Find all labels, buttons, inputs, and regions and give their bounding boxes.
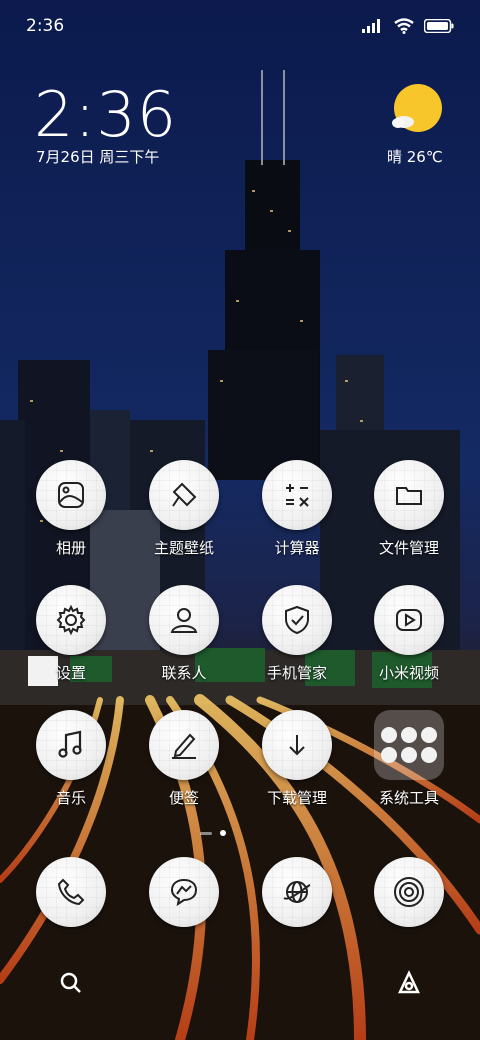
download-icon bbox=[289, 735, 305, 756]
page-indicator bbox=[200, 830, 226, 836]
clock-widget-date: 7月26日 周三下午 bbox=[36, 148, 160, 166]
messages-icon bbox=[170, 878, 198, 907]
camera-icon bbox=[394, 877, 424, 907]
app-downloads-circle[interactable] bbox=[262, 710, 332, 780]
app-label: 联系人 bbox=[161, 664, 207, 682]
mini-app-icon bbox=[381, 747, 397, 763]
app-label: 手机管家 bbox=[266, 664, 327, 682]
page-dot-active bbox=[220, 830, 226, 836]
app-notes[interactable]: 便签 bbox=[129, 710, 239, 808]
app-music[interactable]: 音乐 bbox=[16, 710, 126, 808]
battery-icon bbox=[424, 19, 454, 33]
app-label: 音乐 bbox=[55, 789, 86, 807]
app-label: 相册 bbox=[55, 539, 86, 557]
app-security[interactable]: 手机管家 bbox=[242, 585, 352, 683]
dock-camera-circle[interactable] bbox=[374, 857, 444, 927]
app-label: 主题壁纸 bbox=[153, 539, 214, 557]
app-gallery-circle[interactable] bbox=[36, 460, 106, 530]
calculator-icon bbox=[286, 484, 309, 507]
app-gallery[interactable]: 相册 bbox=[16, 460, 126, 558]
mini-app-icon bbox=[381, 727, 397, 743]
app-settings-circle[interactable] bbox=[36, 585, 106, 655]
sunny-cloud-icon[interactable] bbox=[392, 84, 444, 136]
app-themes-circle[interactable] bbox=[149, 460, 219, 530]
app-mi-video-circle[interactable] bbox=[374, 585, 444, 655]
app-label: 设置 bbox=[55, 664, 86, 682]
folder-system-tools[interactable]: 系统工具 bbox=[354, 710, 464, 808]
search-icon[interactable] bbox=[58, 970, 84, 996]
app-contacts[interactable]: 联系人 bbox=[129, 585, 239, 683]
app-calculator-circle[interactable] bbox=[262, 460, 332, 530]
search-bar[interactable] bbox=[40, 960, 440, 1004]
contacts-icon bbox=[170, 608, 198, 633]
assistant-icon[interactable] bbox=[396, 970, 422, 996]
notes-icon bbox=[172, 733, 196, 759]
browser-icon bbox=[283, 881, 311, 903]
mini-app-icon bbox=[401, 747, 417, 763]
app-contacts-circle[interactable] bbox=[149, 585, 219, 655]
phone-icon bbox=[57, 878, 85, 906]
app-security-circle[interactable] bbox=[262, 585, 332, 655]
app-label: 便签 bbox=[168, 789, 199, 807]
themes-icon bbox=[172, 482, 197, 507]
dock-browser-circle[interactable] bbox=[262, 857, 332, 927]
app-notes-circle[interactable] bbox=[149, 710, 219, 780]
mini-app-icon bbox=[421, 727, 437, 743]
dock-camera[interactable] bbox=[354, 857, 464, 927]
status-time: 2:36 bbox=[26, 16, 65, 36]
app-settings[interactable]: 设置 bbox=[16, 585, 126, 683]
app-label: 系统工具 bbox=[378, 789, 439, 807]
dock-phone-circle[interactable] bbox=[36, 857, 106, 927]
weather-text: 晴 26℃ bbox=[387, 148, 443, 166]
video-icon bbox=[396, 609, 422, 631]
dock-phone[interactable] bbox=[16, 857, 126, 927]
gallery-icon bbox=[58, 482, 84, 508]
status-bar: 2:36 bbox=[0, 12, 480, 40]
app-label: 小米视频 bbox=[378, 664, 439, 682]
app-themes[interactable]: 主题壁纸 bbox=[129, 460, 239, 558]
app-label: 下载管理 bbox=[266, 789, 327, 807]
wifi-icon bbox=[394, 18, 414, 34]
tools-folder-icon[interactable] bbox=[374, 710, 444, 780]
app-file-manager-circle[interactable] bbox=[374, 460, 444, 530]
app-music-circle[interactable] bbox=[36, 710, 106, 780]
page-dot bbox=[200, 831, 212, 835]
dock-messages[interactable] bbox=[129, 857, 239, 927]
app-label: 文件管理 bbox=[378, 539, 439, 557]
app-mi-video[interactable]: 小米视频 bbox=[354, 585, 464, 683]
mini-app-icon bbox=[401, 727, 417, 743]
app-label: 计算器 bbox=[274, 539, 320, 557]
mini-app-icon bbox=[421, 747, 437, 763]
signal-icon bbox=[362, 19, 380, 33]
dock-browser[interactable] bbox=[242, 857, 352, 927]
app-calculator[interactable]: 计算器 bbox=[242, 460, 352, 558]
app-downloads[interactable]: 下载管理 bbox=[242, 710, 352, 808]
music-icon bbox=[58, 730, 82, 758]
app-file-manager[interactable]: 文件管理 bbox=[354, 460, 464, 558]
shield-icon bbox=[285, 605, 309, 635]
gear-icon bbox=[56, 604, 86, 636]
dock-messages-circle[interactable] bbox=[149, 857, 219, 927]
clock-widget-time[interactable]: 2:36 bbox=[34, 78, 177, 151]
folder-icon bbox=[396, 487, 422, 505]
